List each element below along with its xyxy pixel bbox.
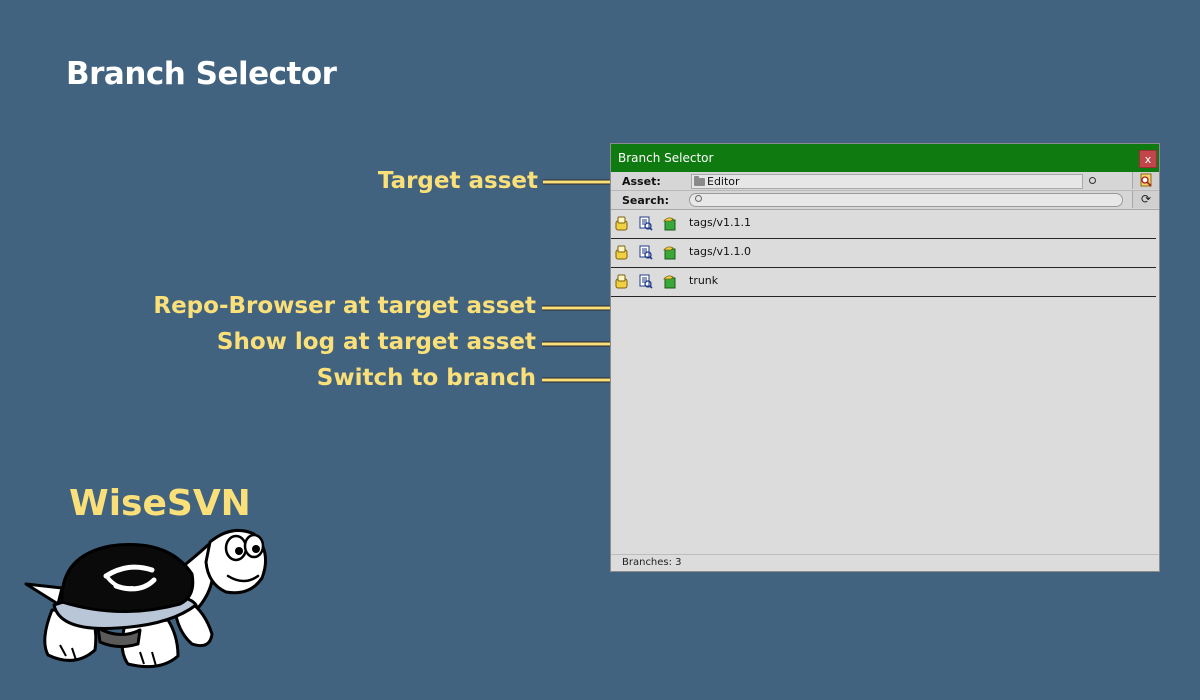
asset-row: Asset: Editor [611,172,1159,191]
window-titlebar[interactable]: Branch Selector x [611,144,1159,172]
switch-branch-icon[interactable] [663,216,677,231]
asset-field[interactable]: Editor [691,174,1083,189]
callout-target-asset: Target asset [377,168,538,194]
folder-icon [694,176,705,186]
leader-target-asset [543,179,619,185]
object-picker-icon[interactable] [1089,177,1096,184]
branch-name: tags/v1.1.0 [689,245,751,258]
repo-browser-icon[interactable] [615,216,629,231]
window-title: Branch Selector [618,151,714,165]
branch-list: tags/v1.1.1 tags/v1.1.0 trunk [611,210,1159,297]
branch-selector-window: Branch Selector x Asset: Editor Search: … [610,143,1160,572]
browse-asset-icon [1140,173,1152,187]
branch-row: trunk [611,268,1156,297]
search-icon [695,195,702,202]
show-log-icon[interactable] [639,245,653,260]
asset-label: Asset: [622,175,661,188]
repo-browser-icon[interactable] [615,274,629,289]
search-label: Search: [622,194,669,207]
search-input[interactable] [689,193,1123,207]
branch-row: tags/v1.1.1 [611,210,1156,239]
leader-repo-browser [542,286,623,311]
brand-name: WiseSVN [69,483,251,524]
refresh-button[interactable]: ⟳ [1132,191,1159,208]
close-button[interactable]: x [1139,150,1157,168]
callout-show-log: Show log at target asset [216,329,536,355]
asset-value: Editor [707,175,740,188]
branch-row: tags/v1.1.0 [611,239,1156,268]
show-log-icon[interactable] [639,216,653,231]
repo-browser-icon[interactable] [615,245,629,260]
branch-name: tags/v1.1.1 [689,216,751,229]
callout-repo-browser: Repo-Browser at target asset [153,293,536,319]
show-log-icon[interactable] [639,274,653,289]
page-title: Branch Selector [66,56,337,92]
callout-switch-branch: Switch to branch [316,365,536,391]
branch-name: trunk [689,274,719,287]
browse-asset-button[interactable] [1132,172,1159,189]
refresh-icon: ⟳ [1140,192,1152,206]
switch-branch-icon[interactable] [663,274,677,289]
switch-branch-icon[interactable] [663,245,677,260]
status-bar: Branches: 3 [611,554,1159,571]
search-row: Search: ⟳ [611,191,1159,210]
